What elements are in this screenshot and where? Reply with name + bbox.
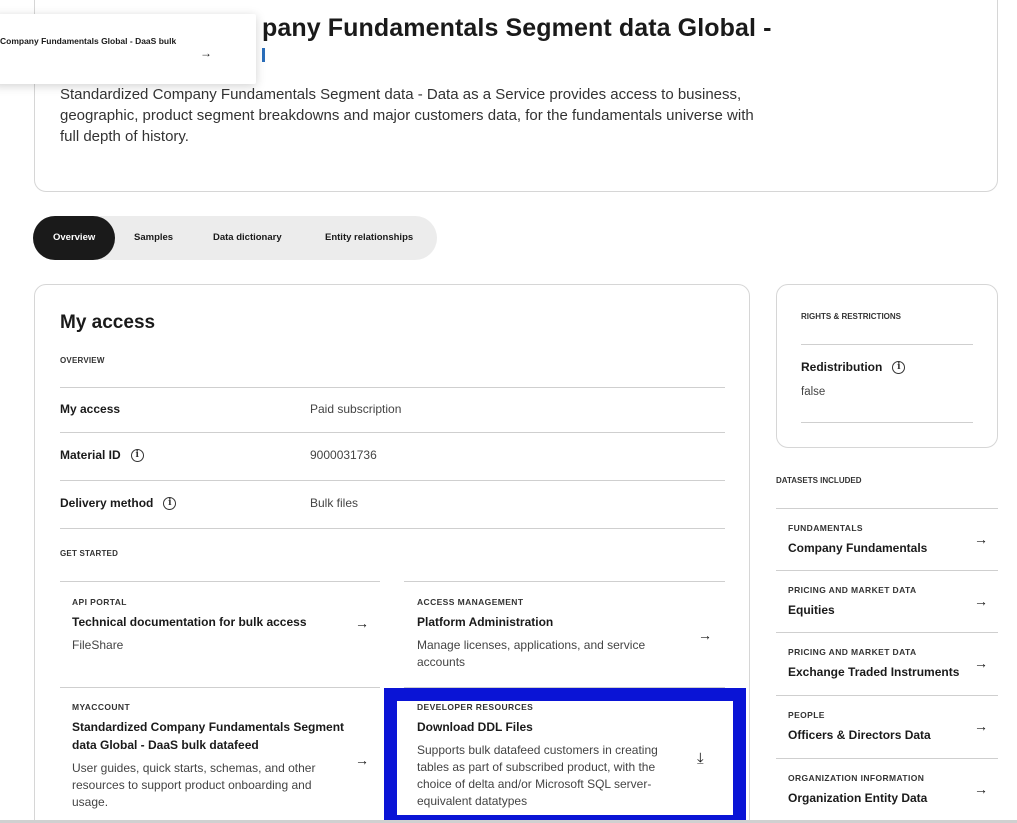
arrow-right-icon[interactable]: →	[200, 46, 212, 60]
arrow-right-icon[interactable]: →	[355, 615, 369, 631]
dataset-category: ORGANIZATION INFORMATION	[788, 773, 925, 783]
dataset-name: Company Fundamentals	[788, 541, 928, 555]
rights-caption: RIGHTS & RESTRICTIONS	[801, 312, 902, 321]
tab-overview[interactable]: Overview	[33, 216, 116, 260]
resource-description: FileShare	[72, 638, 124, 652]
title-accent	[262, 48, 265, 62]
divider	[60, 480, 725, 481]
arrow-right-icon[interactable]: →	[974, 655, 988, 671]
divider	[404, 581, 725, 582]
arrow-right-icon[interactable]: →	[698, 627, 712, 643]
arrow-right-icon[interactable]: →	[974, 531, 988, 547]
divider	[60, 687, 380, 688]
dataset-name: Organization Entity Data	[788, 791, 928, 805]
dataset-item[interactable]: ORGANIZATION INFORMATION Organization En…	[776, 758, 998, 820]
dataset-item[interactable]: FUNDAMENTALS Company Fundamentals →	[776, 508, 998, 570]
datasets-caption: DATASETS INCLUDED	[776, 476, 862, 485]
divider	[801, 344, 973, 345]
resource-myaccount[interactable]: MYACCOUNT Standardized Company Fundament…	[72, 702, 394, 811]
dataset-item[interactable]: PRICING AND MARKET DATA Equities →	[776, 570, 998, 632]
arrow-right-icon[interactable]: →	[974, 718, 988, 734]
divider	[60, 528, 725, 529]
divider	[801, 422, 973, 423]
product-description: Standardized Company Fundamentals Segmen…	[60, 86, 754, 145]
get-started-caption: GET STARTED	[60, 549, 119, 558]
resource-caption: ACCESS MANAGEMENT	[417, 597, 524, 607]
breadcrumb-popover[interactable]: Company Fundamentals Global - DaaS bulk …	[0, 14, 256, 84]
my-access-value: Paid subscription	[310, 402, 402, 416]
divider	[60, 432, 725, 433]
dataset-item[interactable]: PRICING AND MARKET DATA Exchange Traded …	[776, 632, 998, 694]
highlight-annotation	[384, 688, 746, 823]
material-id-value: 9000031736	[310, 448, 377, 462]
resource-title: Platform Administration	[417, 615, 554, 629]
dataset-category: PEOPLE	[788, 710, 825, 720]
info-icon[interactable]: i	[163, 497, 177, 511]
resource-api-portal[interactable]: API PORTAL Technical documentation for b…	[72, 597, 394, 654]
resource-description: User guides, quick starts, schemas, and …	[72, 761, 316, 809]
arrow-right-icon[interactable]: →	[974, 781, 988, 797]
info-icon[interactable]: i	[892, 361, 906, 375]
product-title: pany Fundamentals Segment data Global -	[262, 14, 772, 42]
overview-caption: OVERVIEW	[60, 356, 105, 365]
tab-bar: Overview Samples Data dictionary Entity …	[33, 216, 437, 260]
dataset-category: FUNDAMENTALS	[788, 523, 863, 533]
divider	[60, 387, 725, 388]
tab-data-dictionary[interactable]: Data dictionary	[213, 216, 282, 260]
tab-entity-relationships[interactable]: Entity relationships	[325, 216, 413, 260]
dataset-category: PRICING AND MARKET DATA	[788, 647, 917, 657]
resource-title: Standardized Company Fundamentals Segmen…	[72, 720, 345, 752]
dataset-item[interactable]: PEOPLE Officers & Directors Data →	[776, 695, 998, 757]
material-id-label: Material ID i	[60, 448, 144, 463]
redistribution-value: false	[801, 386, 826, 398]
dataset-category: PRICING AND MARKET DATA	[788, 585, 917, 595]
resource-title: Technical documentation for bulk access	[72, 615, 307, 629]
dataset-name: Officers & Directors Data	[788, 728, 931, 742]
breadcrumb-popover-text: Company Fundamentals Global - DaaS bulk	[0, 36, 177, 46]
resource-access-management[interactable]: ACCESS MANAGEMENT Platform Administratio…	[417, 597, 739, 671]
dataset-name: Exchange Traded Instruments	[788, 665, 960, 679]
delivery-method-value: Bulk files	[310, 496, 359, 510]
info-icon[interactable]: i	[130, 449, 144, 463]
delivery-method-label: Delivery method i	[60, 496, 177, 511]
divider	[60, 581, 380, 582]
arrow-right-icon[interactable]: →	[355, 752, 369, 768]
my-access-title: My access	[60, 312, 156, 333]
arrow-right-icon[interactable]: →	[974, 593, 988, 609]
resource-description: Manage licenses, applications, and servi…	[417, 638, 646, 669]
resource-caption: API PORTAL	[72, 597, 127, 607]
tab-samples[interactable]: Samples	[134, 216, 173, 260]
my-access-label: My access	[60, 402, 121, 416]
resource-caption: MYACCOUNT	[72, 702, 131, 712]
dataset-name: Equities	[788, 603, 835, 617]
redistribution-label: Redistribution i	[801, 360, 906, 375]
